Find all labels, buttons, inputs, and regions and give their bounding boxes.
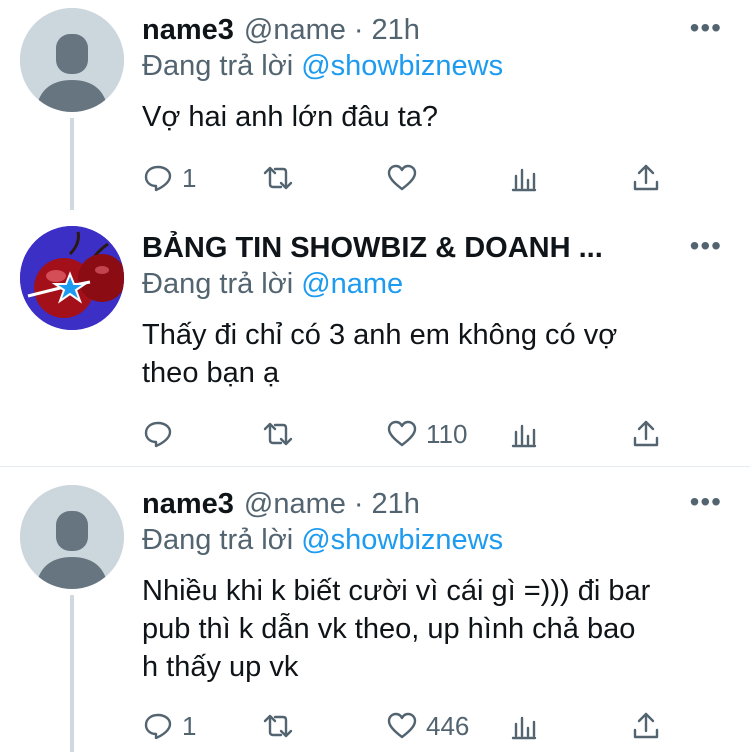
tweet-text-line: pub thì k dẫn vk theo, up hình chả bao xyxy=(142,613,636,645)
replying-to: Đang trả lời @showbiznews xyxy=(142,50,503,83)
user-handle[interactable]: @name xyxy=(244,14,346,47)
like-count: 110 xyxy=(426,418,468,449)
share-button[interactable] xyxy=(630,414,662,454)
share-icon xyxy=(633,420,659,447)
reply-icon xyxy=(144,421,172,448)
avatar[interactable] xyxy=(20,226,124,330)
like-button[interactable]: 110 xyxy=(386,414,467,454)
timestamp[interactable]: 21h xyxy=(372,14,420,47)
timestamp[interactable]: 21h xyxy=(372,488,420,521)
replying-label: Đang trả lời xyxy=(142,268,294,300)
like-button[interactable] xyxy=(386,158,426,198)
thread-line xyxy=(70,118,74,210)
tweet-header: BẢNG TIN SHOWBIZ & DOANH ... xyxy=(142,228,730,268)
heart-icon xyxy=(387,420,417,447)
more-options-icon[interactable]: ••• xyxy=(690,232,722,260)
tweet-text: Nhiều khi k biết cười vì cái gì =))) đi … xyxy=(142,572,732,686)
tweet-text: Vợ hai anh lớn đâu ta? xyxy=(142,98,732,136)
replying-label: Đang trả lời xyxy=(142,524,294,556)
avatar[interactable] xyxy=(20,485,124,589)
mention-link[interactable]: @showbiznews xyxy=(301,50,503,82)
tweet-text-line: h thấy up vk xyxy=(142,651,299,683)
tweet-text: Thấy đi chỉ có 3 anh em không có vợ theo… xyxy=(142,316,732,392)
action-bar: 1 xyxy=(142,158,682,198)
analytics-button[interactable] xyxy=(508,158,540,198)
avatar[interactable] xyxy=(20,8,124,112)
share-icon xyxy=(633,712,659,739)
share-button[interactable] xyxy=(630,706,662,746)
like-count: 446 xyxy=(426,710,470,741)
tweet-2[interactable]: BẢNG TIN SHOWBIZ & DOANH ... ••• Đang tr… xyxy=(0,210,750,466)
separator-dot: · xyxy=(353,13,364,46)
like-button[interactable]: 446 xyxy=(386,706,469,746)
display-name[interactable]: name3 xyxy=(142,14,234,47)
heart-icon xyxy=(387,164,417,191)
retweet-button[interactable] xyxy=(262,414,302,454)
analytics-button[interactable] xyxy=(508,706,540,746)
retweet-icon xyxy=(263,166,293,190)
retweet-button[interactable] xyxy=(262,706,302,746)
share-icon xyxy=(633,164,659,191)
analytics-button[interactable] xyxy=(508,414,540,454)
analytics-icon xyxy=(511,424,537,448)
tweet-text-line: theo bạn ạ xyxy=(142,357,280,389)
retweet-icon xyxy=(263,422,293,446)
more-options-icon[interactable]: ••• xyxy=(690,488,722,516)
default-avatar-icon xyxy=(20,485,124,589)
reply-icon xyxy=(144,165,172,192)
thread-line xyxy=(70,595,74,752)
reply-button[interactable]: 1 xyxy=(142,706,196,746)
action-bar: 110 xyxy=(142,414,682,454)
tweet-header: name3 @name · 21h xyxy=(142,484,730,524)
analytics-icon xyxy=(511,168,537,192)
action-bar: 1 446 xyxy=(142,706,682,746)
retweet-button[interactable] xyxy=(262,158,302,198)
share-button[interactable] xyxy=(630,158,662,198)
display-name[interactable]: name3 xyxy=(142,488,234,521)
replying-label: Đang trả lời xyxy=(142,50,294,82)
tweet-header: name3 @name · 21h xyxy=(142,10,730,50)
display-name[interactable]: BẢNG TIN SHOWBIZ & DOANH ... xyxy=(142,232,603,265)
more-options-icon[interactable]: ••• xyxy=(690,14,722,42)
tweet-3[interactable]: name3 @name · 21h ••• Đang trả lời @showb… xyxy=(0,467,750,752)
analytics-icon xyxy=(511,716,537,740)
reply-count: 1 xyxy=(182,710,197,741)
mention-link[interactable]: @showbiznews xyxy=(301,524,503,556)
mention-link[interactable]: @name xyxy=(301,268,403,300)
tweet-text-line: Nhiều khi k biết cười vì cái gì =))) đi … xyxy=(142,575,651,607)
reply-button[interactable] xyxy=(142,414,182,454)
tweet-1[interactable]: name3 @name · 21h ••• Đang trả lời @showb… xyxy=(0,0,750,210)
reply-icon xyxy=(144,713,172,740)
reply-count: 1 xyxy=(182,162,197,193)
default-avatar-icon xyxy=(20,8,124,112)
reply-button[interactable]: 1 xyxy=(142,158,196,198)
retweet-icon xyxy=(263,714,293,738)
replying-to: Đang trả lời @showbiznews xyxy=(142,524,503,557)
replying-to: Đang trả lời @name xyxy=(142,268,403,301)
separator-dot: · xyxy=(353,487,364,520)
cherry-star-logo-icon xyxy=(20,226,124,330)
user-handle[interactable]: @name xyxy=(244,488,346,521)
tweet-text-line: Thấy đi chỉ có 3 anh em không có vợ xyxy=(142,319,618,351)
tweet-text-line: Vợ hai anh lớn đâu ta? xyxy=(142,101,439,133)
heart-icon xyxy=(387,712,417,739)
